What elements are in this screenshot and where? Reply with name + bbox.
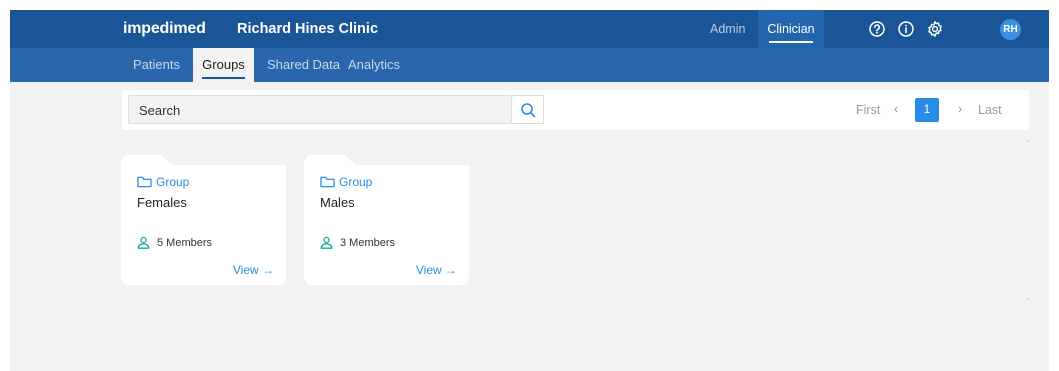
- group-tag-label: Group: [156, 175, 190, 189]
- pagination-prev-icon[interactable]: ‹: [894, 102, 898, 116]
- clinic-name: Richard Hines Clinic: [237, 21, 379, 37]
- tab-shared-data[interactable]: Shared Data: [267, 48, 340, 82]
- active-underline: [769, 41, 813, 43]
- pagination-first[interactable]: First: [856, 103, 880, 117]
- active-tab-underline: [202, 77, 245, 79]
- tab-analytics[interactable]: Analytics: [348, 48, 400, 82]
- search-button[interactable]: [512, 95, 544, 124]
- group-tag-label: Group: [339, 175, 373, 189]
- pagination-current-page[interactable]: 1: [915, 98, 939, 122]
- search-toolbar: Search First ‹ 1 › Last: [122, 90, 1029, 130]
- pagination-last[interactable]: Last: [978, 103, 1002, 117]
- user-avatar[interactable]: RH: [1000, 19, 1021, 40]
- group-card[interactable]: Group Females 5 Members View →: [121, 155, 286, 285]
- role-clinician-label: Clinician: [767, 22, 815, 36]
- search-icon: [521, 103, 536, 118]
- tab-patients[interactable]: Patients: [133, 48, 180, 82]
- tab-groups[interactable]: Groups: [193, 48, 254, 82]
- scroll-indicator: [1027, 298, 1029, 300]
- user-icon: [320, 236, 333, 249]
- pagination-next-icon[interactable]: ›: [958, 102, 962, 116]
- folder-icon: [320, 176, 335, 188]
- brand-logo[interactable]: impedimed: [123, 20, 206, 38]
- role-clinician-tab[interactable]: Clinician: [758, 10, 824, 48]
- view-group-link[interactable]: View →: [233, 263, 274, 277]
- scroll-indicator: [1027, 140, 1029, 142]
- group-members-count: 3 Members: [340, 237, 396, 249]
- group-card[interactable]: Group Males 3 Members View →: [304, 155, 469, 285]
- role-admin-tab[interactable]: Admin: [710, 10, 745, 48]
- info-icon[interactable]: [897, 20, 915, 38]
- gear-icon[interactable]: [926, 20, 944, 38]
- user-icon: [137, 236, 150, 249]
- view-group-link[interactable]: View →: [416, 263, 457, 277]
- app-frame: impedimed Richard Hines Clinic Admin Cli…: [10, 10, 1049, 371]
- help-circle-icon[interactable]: [868, 20, 886, 38]
- main-nav: Patients Groups Shared Data Analytics: [10, 48, 1049, 82]
- search-placeholder: Search: [139, 103, 181, 118]
- top-bar: impedimed Richard Hines Clinic Admin Cli…: [10, 10, 1049, 48]
- group-name: Females: [137, 195, 187, 210]
- search-input[interactable]: Search: [128, 95, 512, 124]
- group-name: Males: [320, 195, 355, 210]
- group-members-count: 5 Members: [157, 237, 213, 249]
- folder-icon: [137, 176, 152, 188]
- tab-groups-label: Groups: [202, 57, 245, 72]
